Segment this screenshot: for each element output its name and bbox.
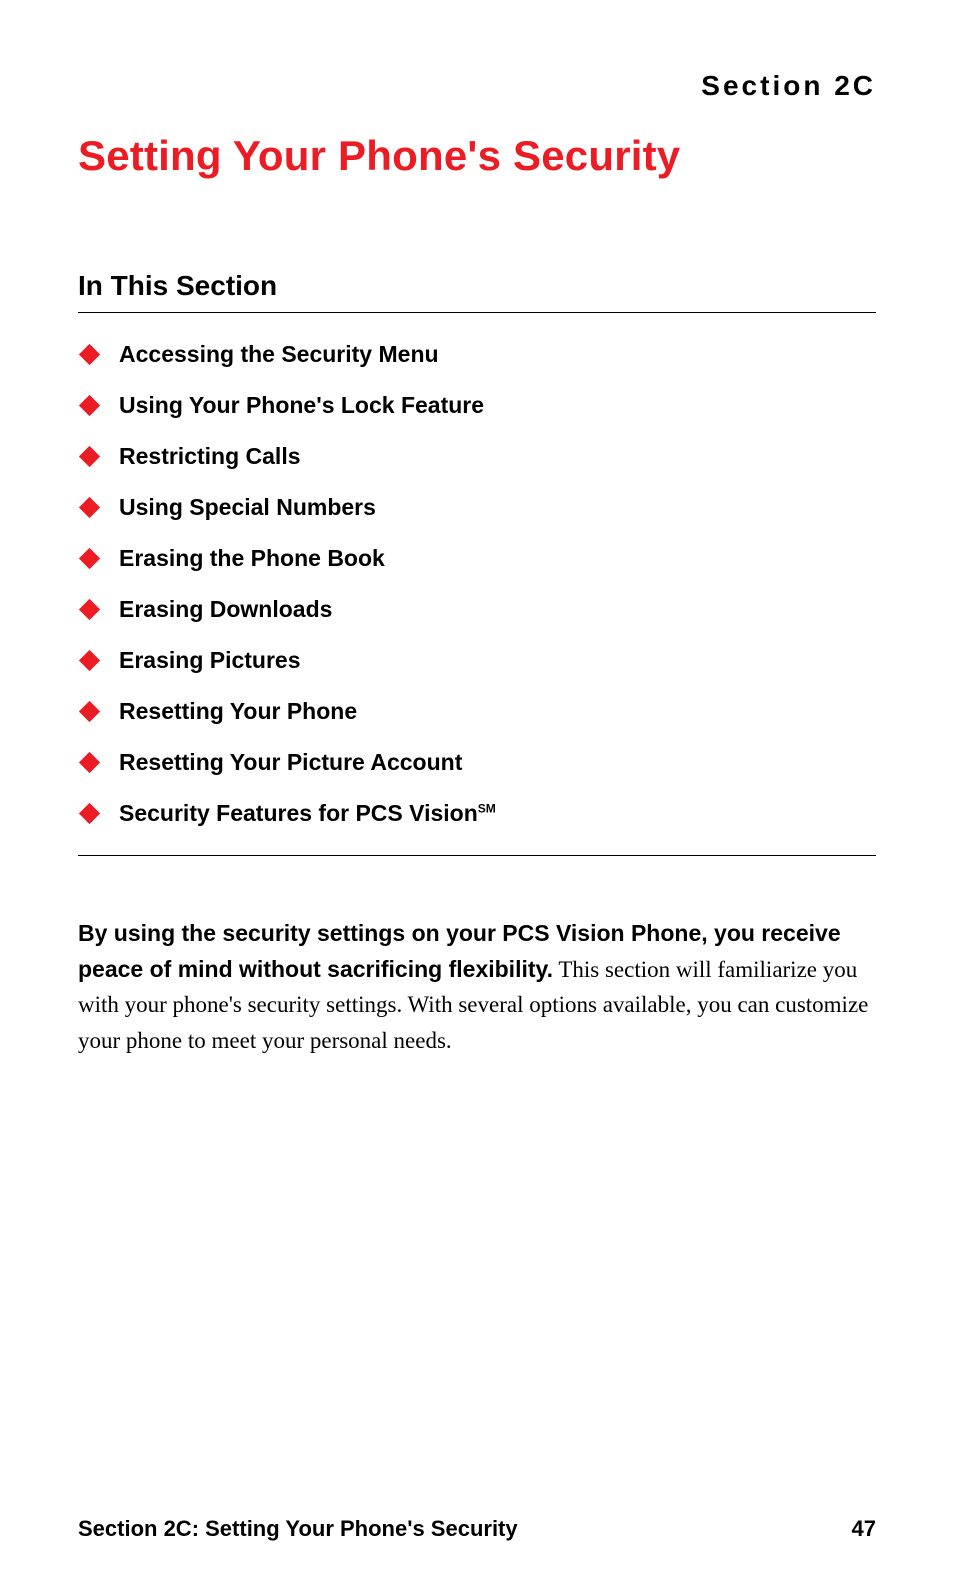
toc-item: Erasing the Phone Book [78,545,876,572]
toc-item-label: Using Your Phone's Lock Feature [119,392,484,419]
diamond-bullet-icon [79,395,100,416]
sm-mark: SM [478,801,496,815]
diamond-bullet-icon [79,650,100,671]
page-content: Section 2C Setting Your Phone's Security… [0,0,954,1059]
page-footer: Section 2C: Setting Your Phone's Securit… [78,1516,876,1542]
toc-item: Accessing the Security Menu [78,341,876,368]
toc-item-label: Using Special Numbers [119,494,376,521]
toc-item-label: Erasing Pictures [119,647,301,674]
toc-item-label: Erasing Downloads [119,596,332,623]
diamond-bullet-icon [79,701,100,722]
body-paragraph: By using the security settings on your P… [78,916,876,1059]
diamond-bullet-icon [79,497,100,518]
toc-item: Resetting Your Phone [78,698,876,725]
toc-list: Accessing the Security Menu Using Your P… [78,341,876,856]
toc-item: Using Special Numbers [78,494,876,521]
diamond-bullet-icon [79,446,100,467]
toc-item: Erasing Pictures [78,647,876,674]
toc-item-label: Erasing the Phone Book [119,545,385,572]
section-label: Section 2C [78,70,876,102]
footer-section-title: Section 2C: Setting Your Phone's Securit… [78,1516,518,1542]
diamond-bullet-icon [79,752,100,773]
toc-item-label: Accessing the Security Menu [119,341,439,368]
diamond-bullet-icon [79,344,100,365]
diamond-bullet-icon [79,803,100,824]
toc-item-label: Resetting Your Phone [119,698,357,725]
toc-item: Security Features for PCS VisionSM [78,800,876,827]
page-title: Setting Your Phone's Security [78,132,876,180]
toc-item-label: Restricting Calls [119,443,301,470]
footer-page-number: 47 [852,1516,876,1542]
toc-item: Restricting Calls [78,443,876,470]
toc-item: Using Your Phone's Lock Feature [78,392,876,419]
toc-item: Erasing Downloads [78,596,876,623]
toc-item-label: Resetting Your Picture Account [119,749,462,776]
diamond-bullet-icon [79,599,100,620]
toc-item-label: Security Features for PCS VisionSM [119,800,496,827]
toc-item: Resetting Your Picture Account [78,749,876,776]
diamond-bullet-icon [79,548,100,569]
in-this-section-heading: In This Section [78,270,876,313]
